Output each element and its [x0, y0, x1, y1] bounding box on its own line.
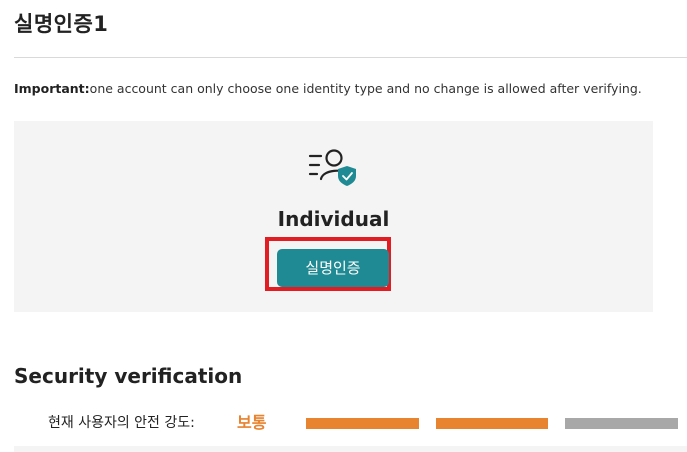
- notice-text: one account can only choose one identity…: [89, 81, 642, 96]
- verify-identity-button[interactable]: 실명인증: [277, 249, 389, 287]
- important-notice: Important:one account can only choose on…: [14, 81, 642, 96]
- page-title: 실명인증1: [14, 12, 109, 36]
- security-section-title: Security verification: [14, 364, 243, 388]
- notice-label: Important:: [14, 81, 90, 96]
- title-divider: [14, 57, 687, 58]
- strength-bar-segment-3: [565, 418, 678, 429]
- strength-bar-segment-1: [306, 418, 419, 429]
- next-section-strip: [14, 446, 687, 452]
- identity-type-title: Individual: [277, 207, 390, 231]
- security-strength-label: 현재 사용자의 안전 강도:: [48, 415, 195, 431]
- security-strength-value: 보통: [237, 413, 267, 432]
- user-verified-icon: [308, 149, 356, 186]
- identity-card-individual: Individual 실명인증: [14, 121, 653, 312]
- strength-bar-segment-2: [436, 418, 548, 429]
